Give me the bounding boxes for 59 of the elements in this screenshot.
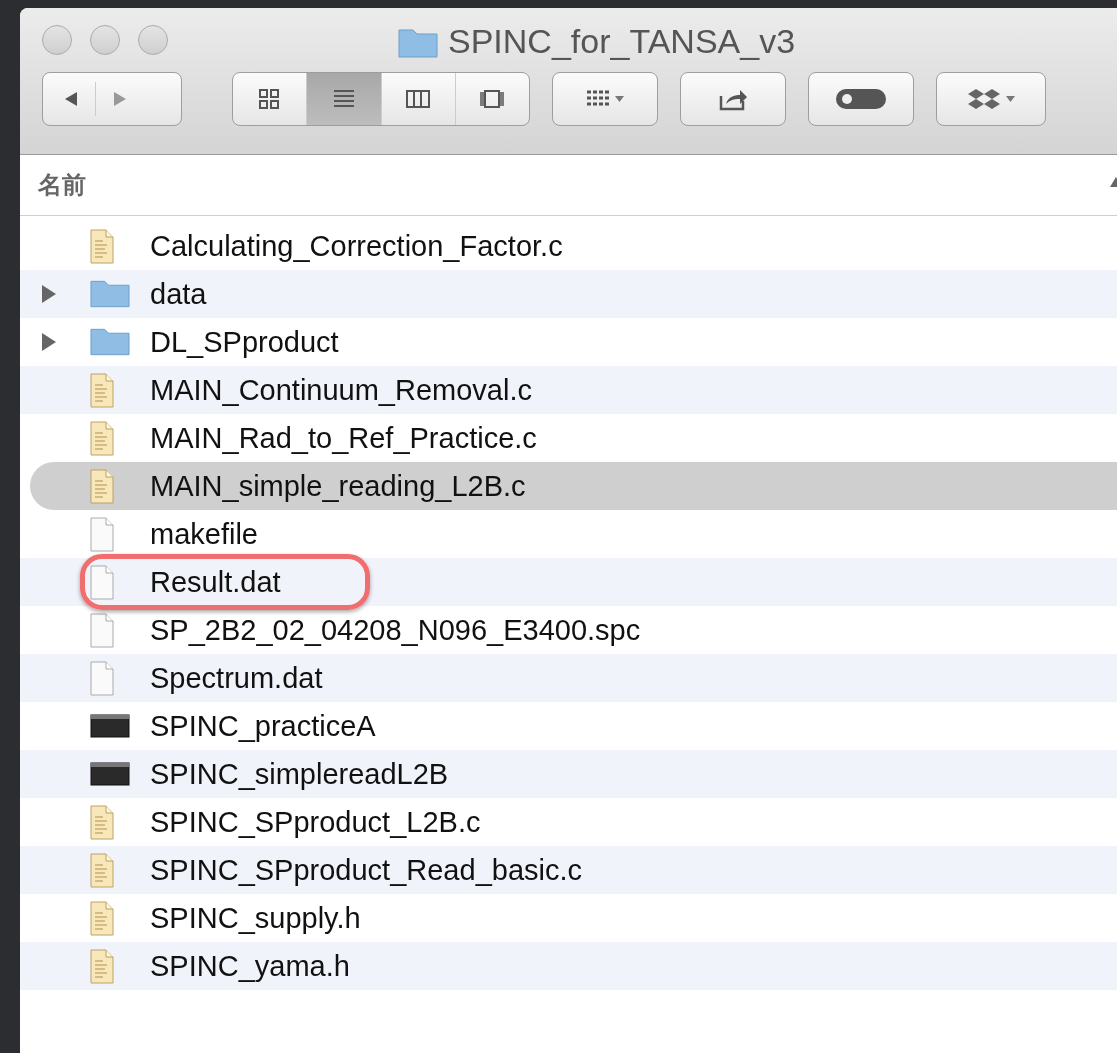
file-row[interactable]: data — [20, 270, 1117, 318]
file-name: SPINC_practiceA — [150, 709, 376, 743]
file-row[interactable]: MAIN_simple_reading_L2B.c — [30, 462, 1117, 510]
arrange-icon — [585, 89, 625, 109]
file-name: Calculating_Correction_Factor.c — [150, 229, 563, 263]
file-row[interactable]: Spectrum.dat — [20, 654, 1117, 702]
file-name: SPINC_SPproduct_L2B.c — [150, 805, 481, 839]
source-file-icon — [90, 852, 114, 888]
folder-icon — [90, 328, 130, 356]
folder-icon — [90, 280, 130, 308]
file-name: MAIN_Rad_to_Ref_Practice.c — [150, 421, 537, 455]
arrange-button[interactable] — [552, 72, 658, 126]
coverflow-view-icon — [480, 88, 505, 110]
disclosure-triangle-icon[interactable] — [40, 332, 58, 352]
source-file-icon — [90, 948, 114, 984]
icons-view-icon — [257, 88, 282, 110]
column-header[interactable]: 名前 — [20, 155, 1117, 216]
file-row[interactable]: Result.dat — [20, 558, 1117, 606]
share-icon — [718, 87, 748, 111]
document-icon — [90, 564, 114, 600]
source-file-icon — [90, 372, 114, 408]
source-file-icon — [90, 900, 114, 936]
source-file-icon — [90, 228, 114, 264]
file-row[interactable]: SPINC_yama.h — [20, 942, 1117, 990]
file-name: SPINC_SPproduct_Read_basic.c — [150, 853, 582, 887]
view-mode-button[interactable] — [307, 73, 382, 125]
view-mode-control[interactable] — [232, 72, 530, 126]
source-file-icon — [90, 804, 114, 840]
tag-icon — [835, 87, 887, 111]
share-button[interactable] — [680, 72, 786, 126]
file-name: data — [150, 277, 207, 311]
file-name: SPINC_simplereadL2B — [150, 757, 449, 791]
file-name: SPINC_yama.h — [150, 949, 350, 983]
file-name: DL_SPproduct — [150, 325, 339, 359]
source-file-icon — [90, 420, 114, 456]
document-icon — [90, 612, 114, 648]
document-icon — [90, 516, 114, 552]
file-row[interactable]: SPINC_simplereadL2B — [20, 750, 1117, 798]
file-name: makefile — [150, 517, 258, 551]
column-title: 名前 — [38, 170, 86, 200]
file-name: Result.dat — [150, 565, 281, 599]
source-file-icon — [90, 468, 114, 504]
terminal-icon — [90, 714, 130, 738]
list-view-icon — [331, 88, 356, 110]
terminal-icon — [90, 762, 130, 786]
file-row[interactable]: SPINC_SPproduct_Read_basic.c — [20, 846, 1117, 894]
columns-view-icon — [406, 88, 431, 110]
tag-button[interactable] — [808, 72, 914, 126]
document-icon — [90, 660, 114, 696]
window-title: SPINC_for_TANSA_v3 — [448, 22, 796, 61]
file-name: Spectrum.dat — [150, 661, 323, 695]
file-name: MAIN_simple_reading_L2B.c — [150, 469, 526, 503]
file-name: SP_2B2_02_04208_N096_E3400.spc — [150, 613, 641, 647]
back-forward-control[interactable] — [42, 72, 182, 126]
file-name: SPINC_supply.h — [150, 901, 361, 935]
file-row[interactable]: MAIN_Continuum_Removal.c — [20, 366, 1117, 414]
dropbox-button[interactable] — [936, 72, 1046, 126]
disclosure-triangle-icon[interactable] — [40, 284, 58, 304]
file-name: MAIN_Continuum_Removal.c — [150, 373, 532, 407]
